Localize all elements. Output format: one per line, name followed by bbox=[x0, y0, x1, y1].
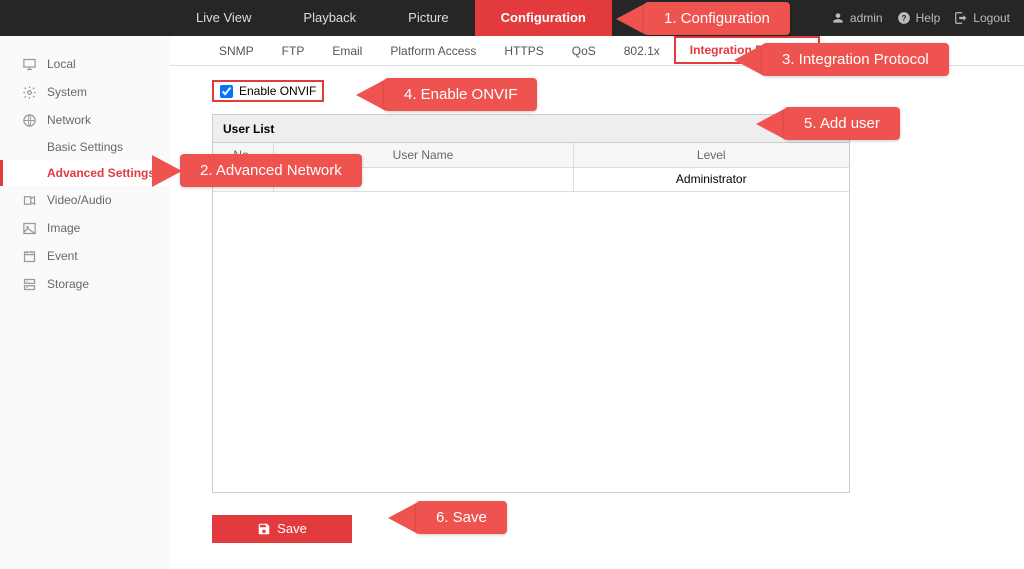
tab-email[interactable]: Email bbox=[318, 36, 376, 66]
save-button[interactable]: Save bbox=[212, 515, 352, 543]
sidebar-item-label: Event bbox=[47, 249, 78, 263]
tab-8021x[interactable]: 802.1x bbox=[610, 36, 674, 66]
cell-level: Administrator bbox=[573, 167, 849, 191]
callout-arrow-2 bbox=[152, 155, 182, 187]
enable-onvif-label: Enable ONVIF bbox=[239, 84, 316, 98]
nav-playback[interactable]: Playback bbox=[277, 0, 382, 36]
user-list-title: User List bbox=[223, 122, 274, 136]
callout-arrow-3 bbox=[734, 44, 764, 76]
image-icon bbox=[22, 221, 37, 236]
user-list-header: User List Add bbox=[213, 115, 849, 143]
logout-button[interactable]: Logout bbox=[954, 11, 1010, 25]
callout-arrow-5 bbox=[756, 108, 786, 140]
user-menu[interactable]: admin bbox=[831, 11, 883, 25]
globe-icon bbox=[22, 113, 37, 128]
logout-label: Logout bbox=[973, 11, 1010, 25]
help-label: Help bbox=[916, 11, 941, 25]
callout-1: 1. Configuration bbox=[644, 2, 790, 35]
tab-ftp[interactable]: FTP bbox=[268, 36, 319, 66]
enable-onvif-checkbox[interactable] bbox=[220, 85, 233, 98]
sidebar-sub-basic-settings[interactable]: Basic Settings bbox=[0, 134, 170, 160]
topbar-right: admin ? Help Logout bbox=[831, 11, 1010, 25]
callout-arrow-6 bbox=[388, 502, 418, 534]
calendar-icon bbox=[22, 249, 37, 264]
sidebar-item-system[interactable]: System bbox=[0, 78, 170, 106]
callout-6: 6. Save bbox=[416, 501, 507, 534]
enable-onvif-row: Enable ONVIF bbox=[212, 80, 324, 102]
callout-5: 5. Add user bbox=[784, 107, 900, 140]
tab-snmp[interactable]: SNMP bbox=[205, 36, 268, 66]
main-content: Enable ONVIF User List Add No. User Name… bbox=[170, 66, 1024, 569]
sidebar-item-network[interactable]: Network bbox=[0, 106, 170, 134]
av-icon bbox=[22, 193, 37, 208]
user-icon bbox=[831, 11, 845, 25]
callout-arrow-4 bbox=[356, 79, 386, 111]
save-label: Save bbox=[277, 521, 307, 536]
sidebar-item-video-audio[interactable]: Video/Audio bbox=[0, 186, 170, 214]
svg-text:?: ? bbox=[901, 14, 906, 23]
topbar: Live View Playback Picture Configuration… bbox=[0, 0, 1024, 36]
sidebar-item-image[interactable]: Image bbox=[0, 214, 170, 242]
sidebar-item-storage[interactable]: Storage bbox=[0, 270, 170, 298]
save-icon bbox=[257, 522, 271, 536]
logout-icon bbox=[954, 11, 968, 25]
sidebar-item-label: Network bbox=[47, 113, 91, 127]
callout-2: 2. Advanced Network bbox=[180, 154, 362, 187]
tab-qos[interactable]: QoS bbox=[558, 36, 610, 66]
user-list-empty-area bbox=[213, 192, 849, 492]
monitor-icon bbox=[22, 57, 37, 72]
nav-configuration[interactable]: Configuration bbox=[475, 0, 612, 36]
sidebar-item-label: System bbox=[47, 85, 87, 99]
sidebar-item-label: Image bbox=[47, 221, 80, 235]
callout-4: 4. Enable ONVIF bbox=[384, 78, 537, 111]
tab-platform-access[interactable]: Platform Access bbox=[376, 36, 490, 66]
nav-live-view[interactable]: Live View bbox=[170, 0, 277, 36]
sidebar: Local System Network Basic Settings Adva… bbox=[0, 36, 170, 569]
col-level: Level bbox=[573, 143, 849, 167]
callout-arrow-1 bbox=[616, 3, 646, 35]
sidebar-item-local[interactable]: Local bbox=[0, 50, 170, 78]
help-button[interactable]: ? Help bbox=[897, 11, 941, 25]
gear-icon bbox=[22, 85, 37, 100]
sidebar-sub-advanced-settings[interactable]: Advanced Settings bbox=[0, 160, 170, 186]
help-icon: ? bbox=[897, 11, 911, 25]
sidebar-item-label: Storage bbox=[47, 277, 89, 291]
nav-picture[interactable]: Picture bbox=[382, 0, 474, 36]
storage-icon bbox=[22, 277, 37, 292]
sidebar-item-event[interactable]: Event bbox=[0, 242, 170, 270]
tab-https[interactable]: HTTPS bbox=[490, 36, 557, 66]
top-nav: Live View Playback Picture Configuration bbox=[170, 0, 612, 36]
sidebar-item-label: Video/Audio bbox=[47, 193, 112, 207]
callout-3: 3. Integration Protocol bbox=[762, 43, 949, 76]
sidebar-item-label: Local bbox=[47, 57, 76, 71]
user-name: admin bbox=[850, 11, 883, 25]
